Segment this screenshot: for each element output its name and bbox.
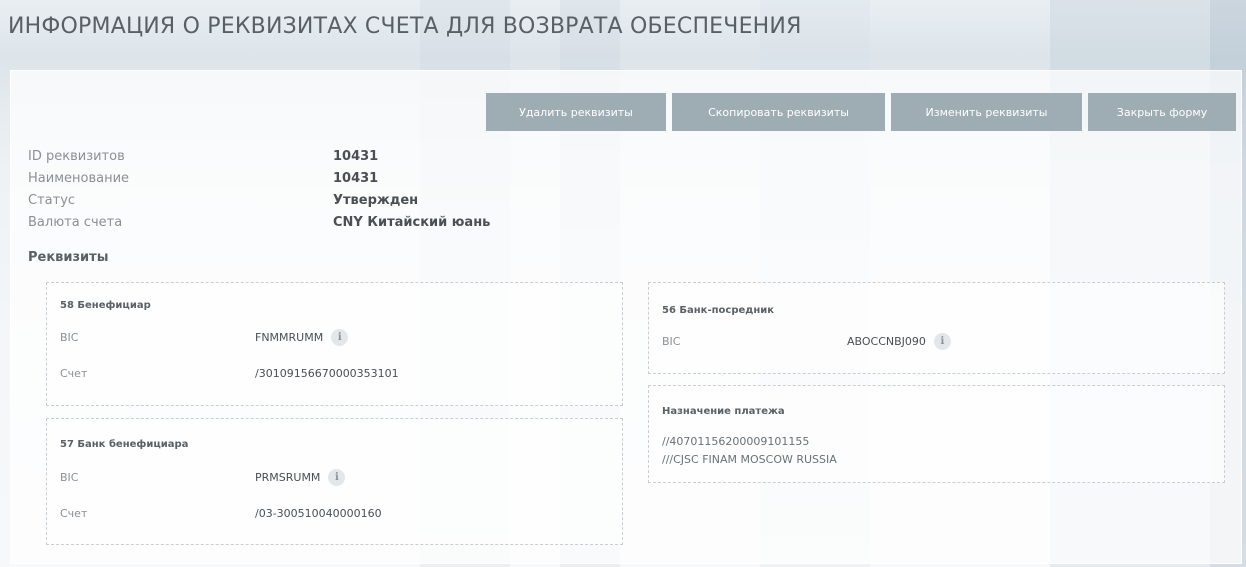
bic-label: BIC [662,335,681,348]
beneficiary-title: 58 Бенефициар [60,300,151,311]
beneficiary-bank-bic-row: BIC PRMSRUMM i [60,469,346,486]
beneficiary-bank-box: 57 Банк бенефициара BIC PRMSRUMM i Счет … [46,418,623,545]
action-toolbar: Удалить реквизиты Скопировать реквизиты … [486,93,1236,131]
close-form-button[interactable]: Закрыть форму [1088,93,1236,131]
beneficiary-bic-row: BIC FNMMRUMM i [60,329,349,346]
info-row-id: ID реквизитов 10431 [28,145,490,167]
info-label: Валюта счета [28,214,123,230]
delete-details-button[interactable]: Удалить реквизиты [486,93,666,131]
info-icon[interactable]: i [331,329,349,346]
requisites-section-title: Реквизиты [28,250,109,265]
info-label: Статус [28,192,76,208]
page-title: ИНФОРМАЦИЯ О РЕКВИЗИТАХ СЧЕТА ДЛЯ ВОЗВРА… [8,14,802,39]
bic-value: FNMMRUMM [255,331,324,344]
bic-value: PRMSRUMM [255,471,321,484]
beneficiary-bank-account-row: Счет /03-300510040000160 [60,507,382,520]
info-row-currency: Валюта счета CNY Китайский юань [28,211,490,233]
beneficiary-bank-title: 57 Банк бенефициара [60,439,189,450]
bic-value: ABOCCNBJ090 [847,335,926,348]
details-info: ID реквизитов 10431 Наименование 10431 С… [28,145,490,233]
beneficiary-account-row: Счет /30109156670000353101 [60,367,399,380]
info-value: CNY Китайский юань [333,214,491,230]
info-label: Наименование [28,170,130,186]
intermediary-bank-title: 56 Банк-посредник [662,305,775,316]
info-row-name: Наименование 10431 [28,167,490,189]
account-label: Счет [60,367,88,380]
bic-label: BIC [60,331,79,344]
intermediary-bank-box: 56 Банк-посредник BIC ABOCCNBJ090 i [648,282,1225,374]
payment-purpose-line: //40701156200009101155 [662,435,810,448]
info-icon[interactable]: i [933,333,951,350]
info-value: 10431 [333,170,379,186]
info-label: ID реквизитов [28,148,125,164]
intermediary-bank-bic-row: BIC ABOCCNBJ090 i [662,333,951,350]
info-icon[interactable]: i [328,469,346,486]
beneficiary-box: 58 Бенефициар BIC FNMMRUMM i Счет /30109… [46,282,623,406]
account-value: /30109156670000353101 [255,367,399,380]
copy-details-button[interactable]: Скопировать реквизиты [672,93,885,131]
account-value: /03-300510040000160 [255,507,382,520]
edit-details-button[interactable]: Изменить реквизиты [891,93,1082,131]
info-row-status: Статус Утвержден [28,189,490,211]
bic-label: BIC [60,471,79,484]
payment-purpose-box: Назначение платежа //4070115620000910115… [648,385,1225,483]
info-value: 10431 [333,148,379,164]
payment-purpose-line: ///CJSC FINAM MOSCOW RUSSIA [662,453,837,466]
info-value: Утвержден [333,192,419,208]
account-label: Счет [60,507,88,520]
payment-purpose-title: Назначение платежа [662,406,785,417]
